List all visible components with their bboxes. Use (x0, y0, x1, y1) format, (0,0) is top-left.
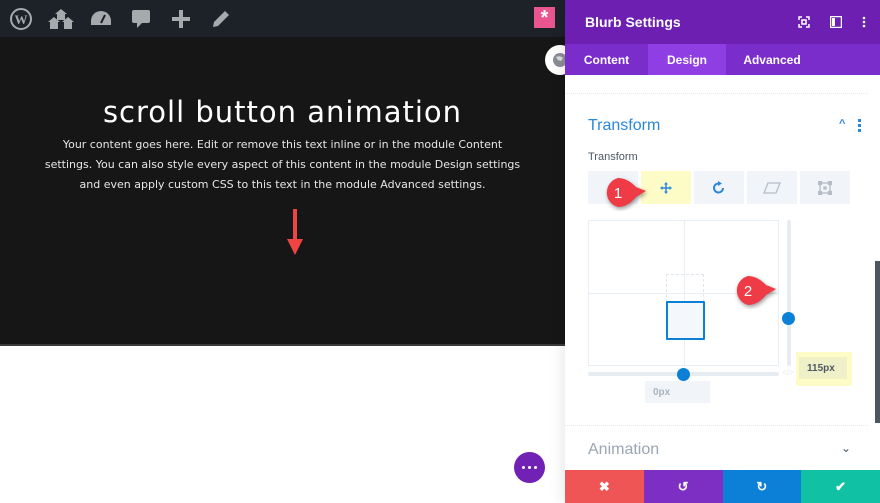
tab-design[interactable]: Design (648, 44, 726, 75)
callout-number-1: 1 (614, 185, 622, 202)
skew-icon (763, 181, 781, 194)
transform-skew-tab[interactable] (747, 171, 797, 204)
wordpress-icon[interactable]: W (1, 0, 41, 37)
transform-origin-tab[interactable] (800, 171, 850, 204)
page-settings-button[interactable] (514, 452, 545, 483)
panel-body: Transform ^ Transform </> 115px 0px 1 2 … (565, 75, 880, 470)
panel-tabs: Content Design Advanced (565, 44, 880, 75)
svg-text:W: W (15, 12, 28, 27)
my-sites-icon[interactable] (41, 0, 81, 37)
hero-section: scroll button animation Your content goe… (0, 37, 565, 346)
new-content-icon[interactable] (161, 0, 201, 37)
dashboard-icon[interactable] (81, 0, 121, 37)
discard-button[interactable]: ✖ (565, 470, 644, 503)
panel-footer: ✖ ↺ ↻ ✔ (565, 470, 880, 503)
hero-title: scroll button animation (102, 95, 463, 129)
panel-scrollbar[interactable] (875, 261, 880, 423)
panel-title: Blurb Settings (585, 14, 681, 30)
transform-field-label: Transform (588, 151, 638, 163)
admin-bar: W (0, 0, 565, 37)
divi-builder-button[interactable]: * (534, 7, 555, 28)
rotate-icon (713, 180, 724, 193)
collapse-caret-icon[interactable]: ^ (839, 118, 845, 130)
dot (534, 466, 537, 469)
sidebar-toggle-icon[interactable] (830, 16, 842, 28)
scroll-down-arrow-icon[interactable] (286, 209, 304, 255)
redo-button[interactable]: ↻ (722, 470, 802, 503)
transform-rotate-tab[interactable] (694, 171, 744, 204)
transform-section-title[interactable]: Transform (588, 117, 660, 135)
undo-button[interactable]: ↺ (643, 470, 723, 503)
callout-badge-2: 2 (736, 276, 776, 305)
divider (565, 93, 868, 94)
hero-body-text: Your content goes here. Edit or remove t… (44, 138, 521, 191)
translate-y-slider[interactable] (787, 220, 791, 366)
edit-pencil-icon[interactable] (201, 0, 241, 37)
expand-icon[interactable] (798, 16, 810, 28)
translate-y-slider-handle[interactable] (782, 312, 795, 325)
expand-caret-icon[interactable]: ⌄ (841, 441, 851, 455)
dot (528, 466, 531, 469)
translate-y-input[interactable]: 115px (799, 357, 847, 379)
translated-element-preview[interactable] (666, 301, 705, 340)
page: W * scroll button animation Your content… (0, 0, 880, 503)
divider (565, 425, 868, 426)
callout-badge-1: 1 (606, 178, 646, 207)
dot (522, 466, 525, 469)
save-button[interactable]: ✔ (801, 470, 880, 503)
move-arrows-icon (660, 181, 672, 194)
translate-x-input[interactable]: 0px (645, 381, 710, 403)
translate-x-slider-handle[interactable] (677, 368, 690, 381)
more-options-icon[interactable] (862, 16, 866, 28)
comments-icon[interactable] (121, 0, 161, 37)
responsive-code-icon[interactable]: </> (782, 368, 794, 377)
tab-content[interactable]: Content (565, 44, 648, 75)
section-options-icon[interactable] (858, 119, 861, 132)
animation-section-title[interactable]: Animation (588, 441, 659, 459)
origin-icon (818, 180, 832, 195)
tab-advanced[interactable]: Advanced (726, 44, 818, 75)
panel-header: Blurb Settings (565, 0, 880, 44)
callout-number-2: 2 (744, 283, 752, 300)
settings-panel: Blurb Settings Content Design Advanced T… (565, 0, 880, 503)
